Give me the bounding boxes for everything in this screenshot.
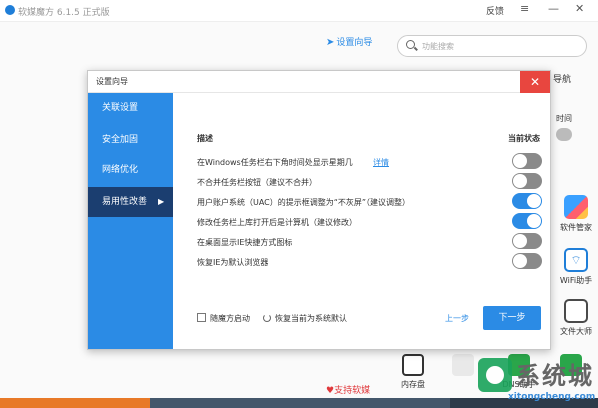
tool-software-manager[interactable]: 软件管家: [554, 195, 598, 233]
search-icon: [406, 40, 415, 49]
dialog-title: 设置向导: [96, 77, 128, 86]
option-row: 用户账户系统（UAC）的提示框调整为“不灰屏”（建议调整）: [197, 193, 547, 211]
sidebar-item-association[interactable]: 关联设置: [88, 93, 173, 123]
option-label: 用户账户系统（UAC）的提示框调整为“不灰屏”（建议调整）: [197, 198, 411, 207]
toggle-knob: [513, 234, 527, 248]
software-manager-icon: [564, 195, 588, 219]
tool-label: WiFi助手: [559, 276, 593, 285]
column-header-status: 当前状态: [508, 134, 540, 143]
autostart-label: 随魔方启动: [210, 314, 250, 323]
memory-disk-icon: [402, 354, 424, 376]
restore-label: 恢复当前为系统默认: [275, 314, 347, 323]
watermark: 系统城 xitongcheng.com: [478, 354, 598, 406]
option-label: 修改任务栏上库打开后是计算机（建议修改）: [197, 218, 357, 227]
option-toggle[interactable]: [512, 193, 542, 209]
option-toggle[interactable]: [512, 213, 542, 229]
dialog-titlebar: 设置向导 ✕: [88, 71, 550, 93]
toggle-knob: [527, 194, 541, 208]
status-segment-slate: [150, 398, 450, 408]
next-button[interactable]: 下一步: [483, 306, 541, 330]
wizard-link-label: 设置向导: [336, 38, 373, 48]
tool-icon: [452, 354, 474, 376]
menu-icon[interactable]: ≡: [520, 2, 529, 15]
sidebar-item-network[interactable]: 网络优化: [88, 155, 173, 185]
search-placeholder: 功能搜索: [422, 42, 454, 51]
watermark-name: 系统城: [516, 362, 594, 390]
restore-icon: [263, 314, 271, 322]
nav-label-fragment: 导航: [553, 75, 572, 85]
tool-label: 软件管家: [560, 223, 592, 232]
previous-button[interactable]: 上一步: [445, 313, 469, 324]
support-link[interactable]: ♥支持软媒: [326, 383, 370, 396]
tool-label: 文件大师: [560, 327, 592, 336]
option-label: 在桌面显示IE快捷方式图标: [197, 238, 293, 247]
search-input[interactable]: 功能搜索: [397, 35, 587, 57]
sidebar-item-label: 易用性改善: [102, 197, 148, 207]
option-toggle[interactable]: [512, 153, 542, 169]
option-toggle[interactable]: [512, 173, 542, 189]
tool-unknown[interactable]: [446, 354, 480, 379]
option-row: 恢复IE为默认浏览器: [197, 253, 547, 271]
sidebar-item-usability[interactable]: 易用性改善 ▶: [88, 187, 173, 217]
dialog-close-icon[interactable]: ✕: [520, 71, 550, 93]
app-titlebar: 软媒魔方 6.1.5 正式版 反馈 ≡ — ✕: [0, 0, 598, 22]
feedback-link[interactable]: 反馈: [486, 4, 504, 17]
watermark-domain: xitongcheng.com: [508, 392, 596, 402]
status-segment-orange: [0, 398, 150, 408]
caret-right-icon: ▶: [158, 197, 165, 206]
option-label: 不合并任务栏按钮（建议不合并）: [197, 178, 317, 187]
tool-memory-disk[interactable]: 内存盘: [396, 354, 430, 390]
file-master-icon: [564, 299, 588, 323]
toggle-knob: [513, 154, 527, 168]
wifi-icon: ⌔: [564, 248, 588, 272]
option-row: 修改任务栏上库打开后是计算机（建议修改）: [197, 213, 547, 231]
paper-plane-icon: ➤: [326, 37, 335, 48]
wizard-link[interactable]: ➤ 设置向导: [326, 35, 372, 48]
option-toggle[interactable]: [512, 253, 542, 269]
tool-file-master[interactable]: 文件大师: [554, 299, 598, 337]
checkbox-box: [197, 313, 206, 322]
toggle-knob: [513, 254, 527, 268]
toggle-fragment[interactable]: [556, 128, 572, 141]
tool-wifi-assistant[interactable]: ⌔ WiFi助手: [554, 248, 598, 286]
option-label: 在Windows任务栏右下角时间处显示星期几: [197, 158, 353, 167]
option-row: 在桌面显示IE快捷方式图标: [197, 233, 547, 251]
restore-default-button[interactable]: 恢复当前为系统默认: [263, 313, 347, 324]
sidebar-item-security[interactable]: 安全加固: [88, 125, 173, 155]
setup-wizard-dialog: 设置向导 ✕ 关联设置 安全加固 网络优化 易用性改善 ▶ 描述 当前状态 在W…: [87, 70, 551, 350]
time-label-fragment: 时间: [556, 114, 572, 123]
column-header-description: 描述: [197, 134, 213, 143]
tool-label: 内存盘: [401, 380, 425, 389]
option-toggle[interactable]: [512, 233, 542, 249]
toggle-knob: [513, 174, 527, 188]
dialog-body: 描述 当前状态 在Windows任务栏右下角时间处显示星期几 详情 不合并任务栏…: [173, 93, 550, 349]
option-label: 恢复IE为默认浏览器: [197, 258, 269, 267]
toggle-knob: [527, 214, 541, 228]
watermark-logo-icon: [478, 358, 512, 392]
option-row: 在Windows任务栏右下角时间处显示星期几 详情: [197, 153, 547, 171]
app-title: 软媒魔方 6.1.5 正式版: [18, 8, 110, 18]
minimize-icon[interactable]: —: [548, 2, 559, 15]
app-close-icon[interactable]: ✕: [575, 2, 584, 15]
dialog-sidebar: 关联设置 安全加固 网络优化 易用性改善 ▶: [88, 93, 173, 349]
details-link[interactable]: 详情: [373, 157, 389, 168]
autostart-checkbox[interactable]: 随魔方启动: [197, 313, 250, 324]
support-label: 支持软媒: [334, 386, 371, 396]
app-logo-icon: [5, 5, 15, 15]
option-row: 不合并任务栏按钮（建议不合并）: [197, 173, 547, 191]
heart-icon: ♥: [326, 386, 335, 396]
